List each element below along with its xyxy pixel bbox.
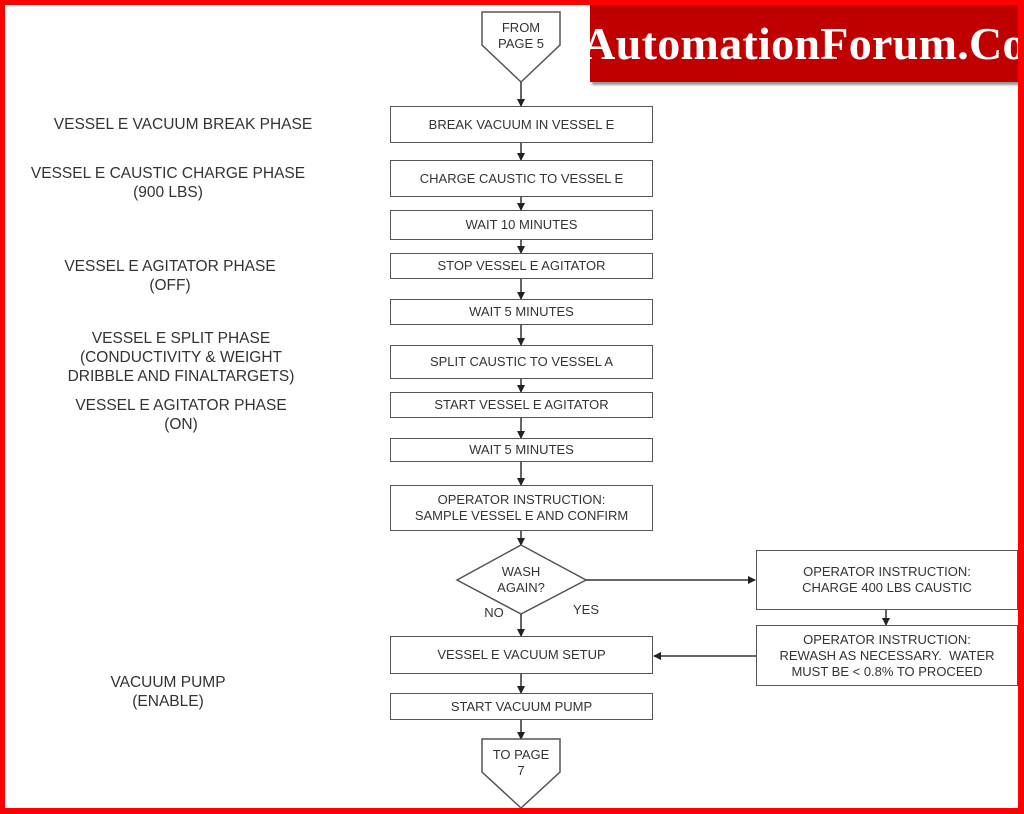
step-text-line: OPERATOR INSTRUCTION: (437, 492, 606, 507)
step-text: START VACUUM PUMP (450, 698, 593, 714)
step-text-line: SAMPLE VESSEL E AND CONFIRM (414, 508, 629, 523)
phase-label-line: VESSEL E VACUUM BREAK PHASE (53, 116, 313, 133)
step-wait-5-b: WAIT 5 MINUTES (390, 438, 653, 462)
phase-label-line: (ENABLE) (132, 693, 204, 710)
step-text: START VESSEL E AGITATOR (434, 397, 609, 412)
side-step-line: OPERATOR INSTRUCTION: (803, 631, 971, 647)
decision-line: AGAIN? (497, 580, 545, 595)
decision-wash-again: WASH AGAIN? (470, 564, 572, 596)
from-line2: PAGE 5 (497, 36, 544, 51)
decision-no-label: NO (484, 605, 504, 620)
phase-label-line: (ON) (164, 416, 198, 433)
step-operator-sample: OPERATOR INSTRUCTION: SAMPLE VESSEL E AN… (390, 485, 653, 531)
side-step-line: CHARGE 400 LBS CAUSTIC (802, 580, 972, 595)
brand-banner: AutomationForum.Co (582, 4, 1024, 82)
step-start-vacuum-pump: START VACUUM PUMP (390, 693, 653, 720)
step-break-vacuum: BREAK VACUUM IN VESSEL E (390, 106, 653, 143)
from-line1: FROM (501, 20, 541, 35)
phase-label-line: VACUUM PUMP (110, 674, 226, 691)
phase-label-vacuum-pump: VACUUM PUMP (ENABLE) (0, 673, 336, 711)
step-text: BREAK VACUUM IN VESSEL E (428, 116, 615, 132)
from-page-connector: FROM PAGE 5 (482, 20, 560, 52)
brand-text: AutomationForum.Co (582, 17, 1024, 69)
phase-label-line: VESSEL E AGITATOR PHASE (64, 258, 276, 275)
to-page-connector: TO PAGE 7 (482, 747, 560, 779)
step-text: SPLIT CAUSTIC TO VESSEL A (429, 354, 614, 369)
step-split-caustic: SPLIT CAUSTIC TO VESSEL A (390, 345, 653, 379)
step-vacuum-setup: VESSEL E VACUUM SETUP (390, 636, 653, 674)
side-step-line: OPERATOR INSTRUCTION: (803, 564, 971, 579)
phase-label-line: (CONDUCTIVITY & WEIGHT (79, 349, 283, 366)
step-text: VESSEL E VACUUM SETUP (437, 647, 606, 662)
decision-yes-label: YES (572, 602, 599, 617)
decision-line: WASH (501, 564, 541, 579)
phase-label-line: DRIBBLE AND FINALTARGETS) (67, 368, 295, 385)
side-step-line: MUST BE < 0.8% TO PROCEED (791, 663, 983, 679)
side-step-charge-400: OPERATOR INSTRUCTION: CHARGE 400 LBS CAU… (756, 550, 1018, 610)
phase-label-agitator-off: VESSEL E AGITATOR PHASE (OFF) (0, 257, 340, 295)
to-line1: TO PAGE (492, 747, 550, 762)
step-start-agitator: START VESSEL E AGITATOR (390, 392, 653, 418)
side-step-rewash: OPERATOR INSTRUCTION: REWASH AS NECESSAR… (756, 625, 1018, 686)
step-text: WAIT 5 MINUTES (469, 304, 574, 319)
step-text: STOP VESSEL E AGITATOR (437, 258, 606, 273)
phase-label-agitator-on: VESSEL E AGITATOR PHASE (ON) (0, 396, 362, 434)
phase-label-line: VESSEL E CAUSTIC CHARGE PHASE (30, 165, 306, 182)
phase-label-line: (OFF) (149, 277, 191, 294)
to-line2: 7 (517, 763, 525, 778)
phase-label-line: (900 LBS) (133, 184, 203, 201)
phase-label-line: VESSEL E SPLIT PHASE (91, 330, 271, 347)
phase-label-line: VESSEL E AGITATOR PHASE (75, 397, 287, 414)
step-wait-10: WAIT 10 MINUTES (390, 210, 653, 240)
step-text: CHARGE CAUSTIC TO VESSEL E (419, 170, 624, 186)
step-text: WAIT 10 MINUTES (465, 217, 578, 232)
step-text: WAIT 5 MINUTES (469, 442, 574, 457)
side-step-line: REWASH AS NECESSARY. WATER (779, 647, 995, 663)
step-wait-5-a: WAIT 5 MINUTES (390, 299, 653, 325)
phase-label-vacuum-break: VESSEL E VACUUM BREAK PHASE (0, 115, 366, 134)
step-charge-caustic: CHARGE CAUSTIC TO VESSEL E (390, 160, 653, 197)
step-stop-agitator: STOP VESSEL E AGITATOR (390, 253, 653, 279)
phase-label-split: VESSEL E SPLIT PHASE (CONDUCTIVITY & WEI… (0, 329, 362, 386)
phase-label-caustic-charge: VESSEL E CAUSTIC CHARGE PHASE (900 LBS) (0, 164, 336, 202)
